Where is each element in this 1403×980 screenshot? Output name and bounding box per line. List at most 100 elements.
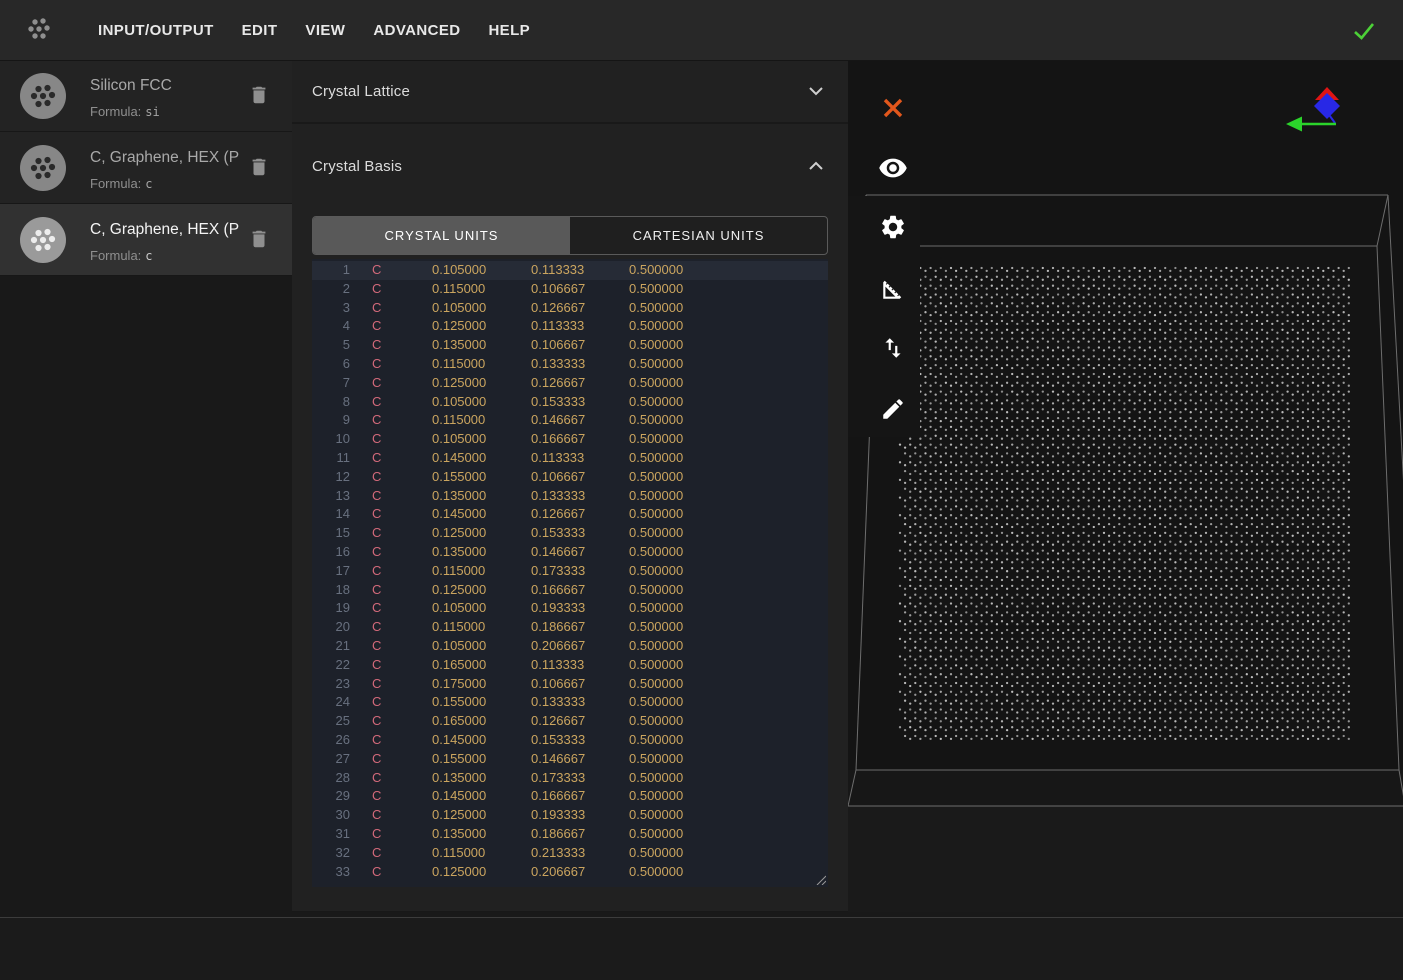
- check-icon: [1351, 17, 1377, 43]
- coord-y: 0.106667: [531, 336, 585, 355]
- delete-material-button[interactable]: [248, 84, 272, 108]
- element-symbol: C: [372, 769, 381, 788]
- visibility-icon: [878, 153, 908, 183]
- delete-material-button[interactable]: [248, 228, 272, 252]
- coord-y: 0.153333: [531, 524, 585, 543]
- coord-x: 0.135000: [432, 487, 486, 506]
- coord-z: 0.500000: [629, 411, 683, 430]
- coord-z: 0.500000: [629, 468, 683, 487]
- menu-view[interactable]: VIEW: [291, 12, 359, 49]
- basis-row-16: 16C0.1350000.1466670.500000: [312, 543, 828, 562]
- element-symbol: C: [372, 430, 381, 449]
- coord-z: 0.500000: [629, 806, 683, 825]
- close-button[interactable]: [878, 93, 908, 123]
- coord-x: 0.105000: [432, 637, 486, 656]
- line-number: 6: [312, 355, 350, 374]
- coord-z: 0.500000: [629, 693, 683, 712]
- element-symbol: C: [372, 637, 381, 656]
- basis-row-3: 3C0.1050000.1266670.500000: [312, 299, 828, 318]
- element-symbol: C: [372, 599, 381, 618]
- basis-row-13: 13C0.1350000.1333330.500000: [312, 487, 828, 506]
- confirm-check-button[interactable]: [1351, 17, 1377, 43]
- settings-button[interactable]: [878, 212, 908, 242]
- basis-row-30: 30C0.1250000.1933330.500000: [312, 806, 828, 825]
- element-symbol: C: [372, 299, 381, 318]
- element-symbol: C: [372, 693, 381, 712]
- coord-z: 0.500000: [629, 581, 683, 600]
- coord-x: 0.125000: [432, 374, 486, 393]
- coord-y: 0.133333: [531, 487, 585, 506]
- units-tab-bar: CRYSTAL UNITS CARTESIAN UNITS: [312, 216, 828, 255]
- import-export-icon: [880, 335, 906, 361]
- coord-y: 0.106667: [531, 280, 585, 299]
- section-crystal-lattice[interactable]: Crystal Lattice: [292, 60, 848, 124]
- materials-designer-app: INPUT/OUTPUT EDIT VIEW ADVANCED HELP Sil…: [0, 0, 1403, 980]
- resize-grip-icon[interactable]: [815, 874, 826, 885]
- basis-coordinates-editor[interactable]: 1C0.1050000.1133330.5000002C0.1150000.10…: [312, 259, 828, 887]
- visibility-button[interactable]: [878, 153, 908, 183]
- basis-row-18: 18C0.1250000.1666670.500000: [312, 581, 828, 600]
- menu-help[interactable]: HELP: [474, 12, 544, 49]
- basis-row-14: 14C0.1450000.1266670.500000: [312, 505, 828, 524]
- basis-row-1: 1C0.1050000.1133330.500000: [312, 261, 828, 280]
- coord-y: 0.126667: [531, 712, 585, 731]
- coord-x: 0.135000: [432, 336, 486, 355]
- material-avatar-icon: [20, 145, 66, 191]
- element-symbol: C: [372, 261, 381, 280]
- 3d-viewer[interactable]: [848, 60, 1403, 912]
- import-export-button[interactable]: [878, 333, 908, 363]
- coord-y: 0.193333: [531, 599, 585, 618]
- measure-icon: [880, 276, 906, 302]
- axes-gizmo[interactable]: [1286, 87, 1340, 132]
- coord-y: 0.166667: [531, 581, 585, 600]
- material-list-item-3[interactable]: C, Graphene, HEX (P Formula:c: [0, 204, 292, 276]
- coord-x: 0.125000: [432, 581, 486, 600]
- basis-row-4: 4C0.1250000.1133330.500000: [312, 317, 828, 336]
- coord-y: 0.113333: [531, 449, 584, 468]
- element-symbol: C: [372, 656, 381, 675]
- coord-x: 0.165000: [432, 656, 486, 675]
- section-crystal-basis[interactable]: Crystal Basis: [292, 126, 848, 206]
- element-symbol: C: [372, 750, 381, 769]
- edit-button[interactable]: [878, 394, 908, 424]
- line-number: 8: [312, 393, 350, 412]
- menu-input-output[interactable]: INPUT/OUTPUT: [84, 12, 228, 49]
- basis-row-25: 25C0.1650000.1266670.500000: [312, 712, 828, 731]
- coord-z: 0.500000: [629, 280, 683, 299]
- material-list-item-2[interactable]: C, Graphene, HEX (P Formula:c: [0, 132, 292, 204]
- basis-row-2: 2C0.1150000.1066670.500000: [312, 280, 828, 299]
- menu-advanced[interactable]: ADVANCED: [359, 12, 474, 49]
- coord-y: 0.133333: [531, 355, 585, 374]
- coord-x: 0.155000: [432, 468, 486, 487]
- tab-crystal-units[interactable]: CRYSTAL UNITS: [313, 217, 570, 254]
- app-logo-icon[interactable]: [22, 13, 56, 47]
- coord-y: 0.166667: [531, 787, 585, 806]
- measure-button[interactable]: [878, 274, 908, 304]
- element-symbol: C: [372, 336, 381, 355]
- coord-z: 0.500000: [629, 487, 683, 506]
- coord-z: 0.500000: [629, 825, 683, 844]
- crystal-scene: [848, 60, 1403, 912]
- menu-edit[interactable]: EDIT: [228, 12, 292, 49]
- line-number: 22: [312, 656, 350, 675]
- coord-z: 0.500000: [629, 299, 683, 318]
- coord-z: 0.500000: [629, 618, 683, 637]
- element-symbol: C: [372, 468, 381, 487]
- coord-z: 0.500000: [629, 844, 683, 863]
- material-inspector-panel: Crystal Lattice Crystal Basis CRYSTAL UN…: [292, 60, 848, 912]
- material-avatar: [20, 145, 66, 191]
- coord-z: 0.500000: [629, 355, 683, 374]
- tab-cartesian-units[interactable]: CARTESIAN UNITS: [570, 217, 827, 254]
- coord-x: 0.175000: [432, 675, 486, 694]
- coord-y: 0.173333: [531, 562, 585, 581]
- delete-material-button[interactable]: [248, 156, 272, 180]
- element-symbol: C: [372, 487, 381, 506]
- coord-y: 0.146667: [531, 411, 585, 430]
- line-number: 5: [312, 336, 350, 355]
- line-number: 21: [312, 637, 350, 656]
- coord-z: 0.500000: [629, 599, 683, 618]
- material-list-item-1[interactable]: Silicon FCC Formula:si: [0, 60, 292, 132]
- line-number: 18: [312, 581, 350, 600]
- coord-x: 0.135000: [432, 543, 486, 562]
- chevron-down-icon: [808, 86, 824, 96]
